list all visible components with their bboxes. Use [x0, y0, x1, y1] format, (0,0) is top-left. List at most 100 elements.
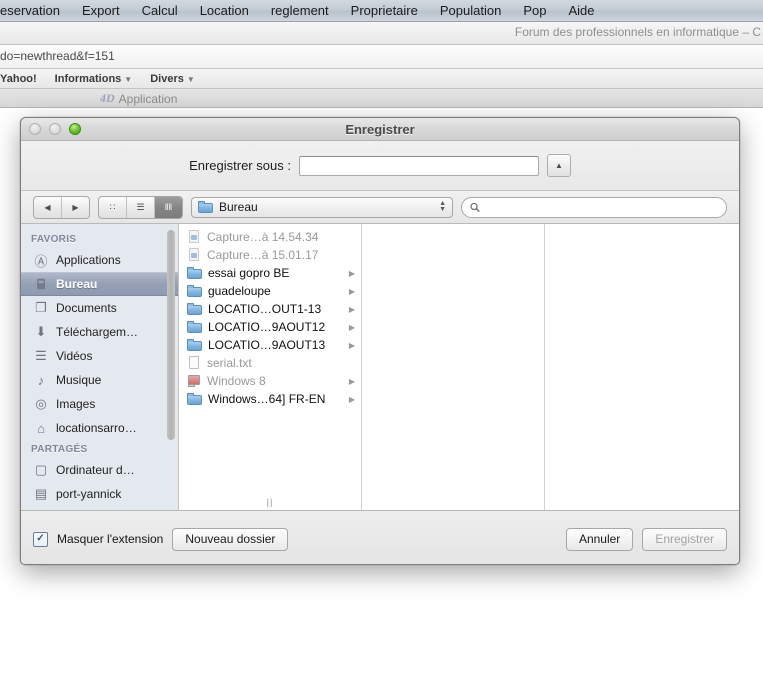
browser-url-bar[interactable]: do=newthread&f=151: [0, 45, 763, 69]
chevron-right-icon: ▶: [348, 340, 355, 350]
menu-item-aide[interactable]: Aide: [557, 0, 605, 21]
sidebar-item-label: port-yannick: [56, 487, 122, 501]
column-view-button[interactable]: ‖‖: [155, 196, 182, 218]
menu-item-pop[interactable]: Pop: [512, 0, 557, 21]
list-item[interactable]: LOCATIO…9AOUT13 ▶: [179, 336, 361, 354]
menu-bar: eservation Export Calcul Location reglem…: [0, 0, 763, 22]
sidebar-item-videos[interactable]: ☰ Vidéos: [21, 344, 178, 368]
chevron-down-icon: ▼: [186, 74, 195, 84]
grid-icon: ∷: [109, 201, 116, 212]
back-button[interactable]: ◀: [34, 196, 62, 218]
sidebar-item-label: Documents: [56, 301, 117, 315]
browser-tab-bar: 4D Application: [0, 89, 763, 108]
search-input[interactable]: [485, 199, 718, 215]
menu-item-proprietaire[interactable]: Proprietaire: [340, 0, 429, 21]
sidebar-item-label: Bureau: [56, 277, 98, 291]
window-controls: [29, 123, 81, 135]
sidebar-item-applications[interactable]: Ⓐ Applications: [21, 248, 178, 272]
location-popup-button[interactable]: Bureau ▲ ▼: [191, 196, 453, 218]
expand-disclosure-button[interactable]: ▲: [546, 154, 571, 177]
save-as-input[interactable]: [298, 155, 539, 176]
sidebar-item-images[interactable]: ◎ Images: [21, 392, 178, 416]
folder-icon: [187, 339, 202, 351]
sidebar-item-telechargements[interactable]: ⬇ Téléchargem…: [21, 320, 178, 344]
text-file-icon: [187, 356, 201, 370]
list-item[interactable]: Windows 8 ▶: [179, 372, 361, 390]
cancel-button[interactable]: Annuler: [565, 527, 634, 551]
dialog-bottom-bar: ✓ Masquer l'extension Nouveau dossier An…: [21, 511, 739, 564]
list-item[interactable]: LOCATIO…9AOUT12 ▶: [179, 318, 361, 336]
chevron-up-icon: ▲: [554, 161, 563, 170]
sidebar-item-musique[interactable]: ♪ Musique: [21, 368, 178, 392]
sidebar-item-bureau[interactable]: ⌸ Bureau: [21, 272, 178, 296]
folder-icon: [187, 267, 202, 279]
file-name: LOCATIO…OUT1-13: [208, 302, 322, 316]
bookmark-yahoo[interactable]: Yahoo!: [0, 73, 46, 85]
bookmark-label: Divers: [150, 72, 184, 85]
list-item[interactable]: serial.txt: [179, 354, 361, 372]
sidebar-item-ordinateur[interactable]: ▢ Ordinateur d…: [21, 458, 178, 482]
sidebar-item-label: Applications: [56, 253, 121, 267]
menu-item-calcul[interactable]: Calcul: [131, 0, 189, 21]
dialog-toolbar: ◀ ▶ ∷ ☰ ‖‖ Bureau ▲ ▼: [21, 191, 739, 224]
file-column-3: [545, 224, 739, 510]
menu-item-reservation[interactable]: eservation: [0, 0, 71, 21]
menu-item-reglement[interactable]: reglement: [260, 0, 340, 21]
list-item[interactable]: essai gopro BE ▶: [179, 264, 361, 282]
chevron-right-icon: ▶: [348, 394, 355, 404]
dialog-title: Enregistrer: [345, 121, 415, 137]
tab-4d-application[interactable]: 4D Application: [100, 89, 177, 108]
menu-item-location[interactable]: Location: [189, 0, 260, 21]
server-icon: ▤: [34, 486, 48, 501]
list-item[interactable]: Capture…à 15.01.17: [179, 246, 361, 264]
url-text[interactable]: do=newthread&f=151: [0, 49, 115, 63]
column-resize-handle[interactable]: ||: [179, 497, 361, 507]
file-column-1: Capture…à 14.54.34 Capture…à 15.01.17 es…: [179, 224, 362, 510]
icon-view-button[interactable]: ∷: [99, 196, 127, 218]
close-button[interactable]: [29, 123, 41, 135]
menu-item-population[interactable]: Population: [429, 0, 512, 21]
sidebar-section-partages: PARTAGÉS: [31, 444, 88, 455]
forward-button[interactable]: ▶: [62, 197, 89, 218]
bookmark-divers[interactable]: Divers ▼: [141, 73, 204, 85]
videos-icon: ☰: [35, 348, 47, 363]
minimize-button[interactable]: [49, 123, 61, 135]
bookmark-label: Informations: [54, 72, 122, 85]
bookmark-informations[interactable]: Informations ▼: [46, 73, 142, 85]
list-item[interactable]: guadeloupe ▶: [179, 282, 361, 300]
hide-extension-checkbox[interactable]: ✓: [33, 531, 48, 547]
sidebar-scrollbar[interactable]: [167, 230, 175, 440]
sidebar-section-favoris: FAVORIS: [31, 234, 77, 245]
dialog-title-bar[interactable]: Enregistrer: [21, 118, 739, 141]
save-button[interactable]: Enregistrer: [642, 527, 727, 551]
documents-icon: ❐: [35, 300, 47, 315]
file-column-2: [362, 224, 545, 510]
menu-item-export[interactable]: Export: [71, 0, 131, 21]
applications-icon: Ⓐ: [34, 253, 48, 269]
list-view-button[interactable]: ☰: [127, 196, 155, 218]
list-item[interactable]: LOCATIO…OUT1-13 ▶: [179, 300, 361, 318]
browser-title-bar: Forum des professionnels en informatique…: [0, 22, 763, 45]
save-as-label: Enregistrer sous :: [189, 158, 291, 173]
chevron-right-icon: ▶: [348, 322, 355, 332]
new-folder-button[interactable]: Nouveau dossier: [172, 527, 289, 551]
list-item[interactable]: Capture…à 14.54.34: [179, 228, 361, 246]
desktop-icon: ⌸: [37, 276, 45, 291]
search-field[interactable]: [461, 196, 727, 218]
image-file-icon: [187, 230, 201, 244]
sidebar-item-port-yannick[interactable]: ▤ port-yannick: [21, 482, 178, 506]
file-name: Windows…64] FR-EN: [208, 392, 326, 406]
file-name: LOCATIO…9AOUT13: [208, 338, 326, 352]
sidebar-item-label: Ordinateur d…: [56, 463, 135, 477]
arrow-left-icon: ◀: [44, 202, 51, 212]
zoom-button[interactable]: [69, 123, 81, 135]
sidebar-item-label: locationsarro…: [56, 421, 137, 435]
list-item[interactable]: Windows…64] FR-EN ▶: [179, 390, 361, 408]
hide-extension-label[interactable]: Masquer l'extension: [57, 532, 163, 546]
sidebar-item-documents[interactable]: ❐ Documents: [21, 296, 178, 320]
computer-icon: ▢: [34, 462, 48, 477]
folder-icon: [187, 285, 202, 297]
view-mode-switcher: ∷ ☰ ‖‖: [98, 195, 183, 219]
sidebar-item-label: Musique: [56, 373, 102, 387]
sidebar-item-locationsarro[interactable]: ⌂ locationsarro…: [21, 416, 178, 440]
